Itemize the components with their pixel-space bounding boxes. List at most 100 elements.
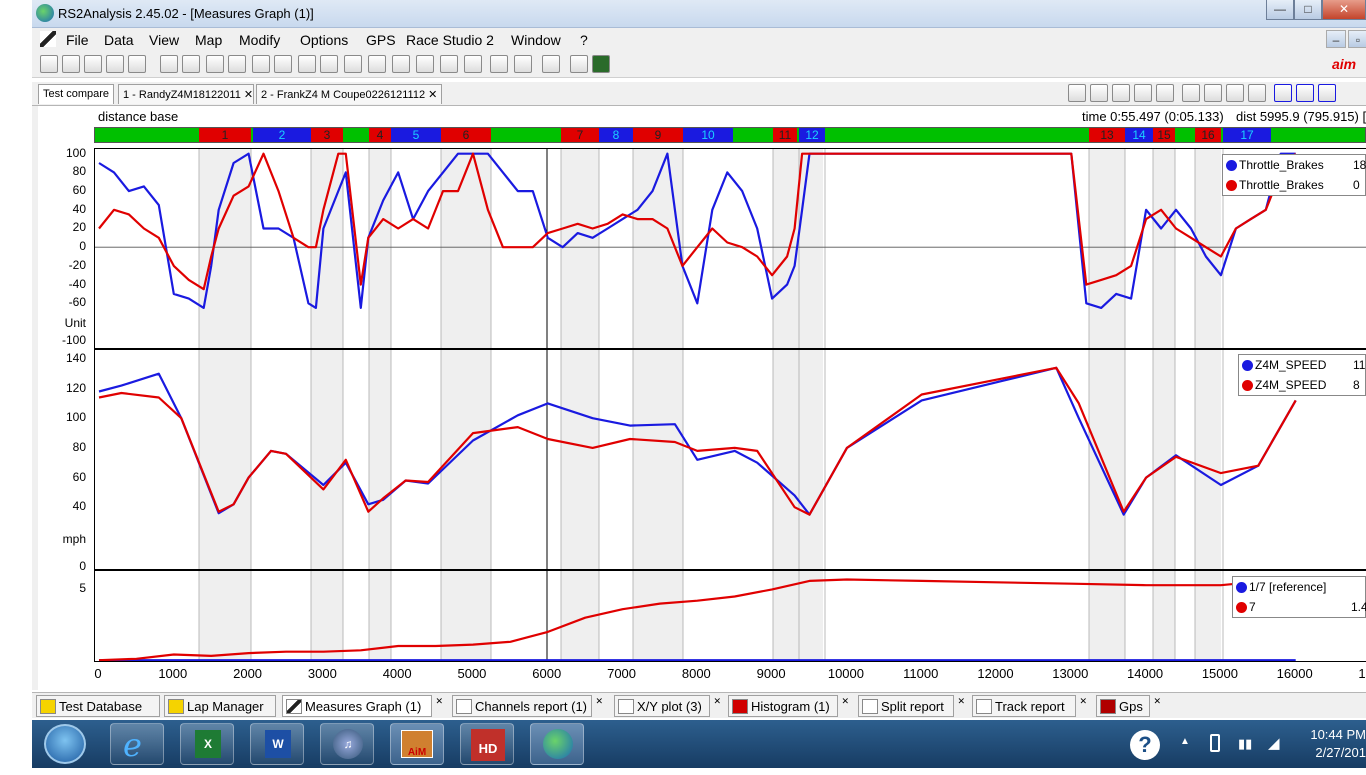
measures-graph-icon[interactable] xyxy=(160,55,178,73)
menu-window[interactable]: Window xyxy=(511,32,561,48)
segment-3[interactable]: 3 xyxy=(311,128,343,142)
tab-xy-plot[interactable]: X/Y plot (3) ✕ xyxy=(614,695,721,717)
pen-icon[interactable] xyxy=(368,55,386,73)
close-icon[interactable]: ✕ xyxy=(1079,696,1087,707)
zoom-2d-icon[interactable] xyxy=(1068,84,1086,102)
line-icon[interactable] xyxy=(570,55,588,73)
network-icon[interactable]: ▮▮ xyxy=(1238,736,1252,752)
close-icon[interactable]: ✕ xyxy=(428,89,437,101)
word-icon[interactable]: W xyxy=(250,723,304,765)
rotate-icon[interactable] xyxy=(464,55,482,73)
menu-race-studio[interactable]: Race Studio 2 xyxy=(406,32,494,48)
legend-row[interactable]: Z4M_SPEED 8 xyxy=(1239,375,1365,395)
segment-10[interactable]: 10 xyxy=(683,128,733,142)
close-icon[interactable]: ✕ xyxy=(435,696,443,707)
segment-11[interactable]: 11 xyxy=(773,128,797,142)
legend-row[interactable]: 1/7 [reference] xyxy=(1233,577,1365,597)
aim-app-icon[interactable]: AiM xyxy=(390,723,444,765)
rs2analysis-taskbar-icon[interactable] xyxy=(530,723,584,765)
new-icon[interactable] xyxy=(40,55,58,73)
battery-icon[interactable] xyxy=(1210,734,1220,752)
tab-split-report[interactable]: Split report ✕ xyxy=(858,695,965,717)
segment-12[interactable]: 12 xyxy=(799,128,825,142)
cursor-icon[interactable] xyxy=(392,55,410,73)
layout-2-icon[interactable] xyxy=(1296,84,1314,102)
itunes-icon[interactable]: ♫ xyxy=(320,723,374,765)
open-icon[interactable] xyxy=(62,55,80,73)
show-hidden-icons-icon[interactable]: ▲ xyxy=(1180,736,1190,747)
film-icon[interactable] xyxy=(592,55,610,73)
clock-icon[interactable] xyxy=(344,55,362,73)
menu-help[interactable]: ? xyxy=(580,32,588,48)
child-minimize-button[interactable]: – xyxy=(1326,30,1346,48)
menu-options[interactable]: Options xyxy=(300,32,348,48)
legend-row[interactable]: 7 1.4 xyxy=(1233,597,1366,617)
close-icon[interactable]: ✕ xyxy=(957,696,965,707)
menu-gps[interactable]: GPS xyxy=(366,32,396,48)
layout-3-icon[interactable] xyxy=(1318,84,1336,102)
print-icon[interactable] xyxy=(514,55,532,73)
segment-5[interactable]: 5 xyxy=(391,128,441,142)
tab-gps[interactable]: Gps ✕ xyxy=(1096,695,1161,717)
segment-14[interactable]: 14 xyxy=(1125,128,1153,142)
child-restore-button[interactable]: ▫ xyxy=(1348,30,1366,48)
download-icon[interactable] xyxy=(84,55,102,73)
menu-file[interactable]: File xyxy=(66,32,89,48)
throttle-brakes-plot[interactable] xyxy=(94,148,1366,349)
segment-13[interactable]: 13 xyxy=(1089,128,1125,142)
speed-plot[interactable] xyxy=(94,349,1366,570)
tab-randy[interactable]: 1 - RandyZ4M18122011 ✕ xyxy=(118,84,254,104)
tab-measures-graph[interactable]: Measures Graph (1) ✕ xyxy=(282,695,443,717)
legend-row[interactable]: Throttle_Brakes 18 xyxy=(1223,155,1366,175)
volume-icon[interactable]: ◢ xyxy=(1268,734,1280,752)
segment-9[interactable]: 9 xyxy=(633,128,683,142)
split-report-icon[interactable] xyxy=(298,55,316,73)
internet-explorer-icon[interactable]: e xyxy=(110,723,164,765)
zoom-down-icon[interactable] xyxy=(1134,84,1152,102)
menu-data[interactable]: Data xyxy=(104,32,134,48)
overlay-icon[interactable] xyxy=(1226,84,1244,102)
import-icon[interactable] xyxy=(106,55,124,73)
channels-icon[interactable] xyxy=(182,55,200,73)
marker-icon[interactable] xyxy=(440,55,458,73)
zoom-in-icon[interactable] xyxy=(1090,84,1108,102)
export-icon[interactable] xyxy=(128,55,146,73)
close-icon[interactable]: ✕ xyxy=(1153,696,1161,707)
segment-16[interactable]: 16 xyxy=(1195,128,1221,142)
close-button[interactable]: ✕ xyxy=(1322,0,1366,20)
close-icon[interactable]: ✕ xyxy=(244,89,253,101)
menu-map[interactable]: Map xyxy=(195,32,222,48)
gps-icon[interactable] xyxy=(228,55,246,73)
legend-row[interactable]: Throttle_Brakes 0 xyxy=(1223,175,1365,195)
segment-15[interactable]: 15 xyxy=(1153,128,1175,142)
grid-icon[interactable] xyxy=(1204,84,1222,102)
track-icon[interactable] xyxy=(416,55,434,73)
gear-plot[interactable] xyxy=(94,570,1366,662)
math-icon[interactable] xyxy=(542,55,560,73)
zoom-up-icon[interactable] xyxy=(1112,84,1130,102)
segment-4[interactable]: 4 xyxy=(369,128,391,142)
track-report-icon[interactable] xyxy=(320,55,338,73)
minimize-button[interactable]: — xyxy=(1266,0,1294,20)
segment-6[interactable]: 6 xyxy=(441,128,491,142)
layout-1-icon[interactable] xyxy=(1274,84,1292,102)
excel-icon[interactable]: X xyxy=(180,723,234,765)
close-icon[interactable]: ✕ xyxy=(713,696,721,707)
tab-track-report[interactable]: Track report ✕ xyxy=(972,695,1087,717)
tab-frank[interactable]: 2 - FrankZ4 M Coupe0226121112 ✕ xyxy=(256,84,442,104)
segment-7[interactable]: 7 xyxy=(561,128,599,142)
hd-app-icon[interactable]: HD xyxy=(460,723,514,765)
tab-histogram[interactable]: Histogram (1) ✕ xyxy=(728,695,849,717)
system-clock[interactable]: 10:44 PM 2/27/201 xyxy=(1308,726,1366,762)
segment-2[interactable]: 2 xyxy=(253,128,311,142)
xy-plot-icon[interactable] xyxy=(206,55,224,73)
tab-channels-report[interactable]: Channels report (1) ✕ xyxy=(452,695,603,717)
close-icon[interactable]: ✕ xyxy=(595,696,603,707)
histogram-icon[interactable] xyxy=(252,55,270,73)
segment-bar[interactable]: 1 2 3 4 5 6 7 8 9 10 11 12 13 14 15 16 17 xyxy=(94,127,1366,143)
chart-icon[interactable] xyxy=(1248,84,1266,102)
tab-test-database[interactable]: Test Database xyxy=(36,695,160,717)
segment-1[interactable]: 1 xyxy=(199,128,251,142)
segment-8[interactable]: 8 xyxy=(599,128,633,142)
legend-row[interactable]: Z4M_SPEED 11 xyxy=(1239,355,1365,375)
